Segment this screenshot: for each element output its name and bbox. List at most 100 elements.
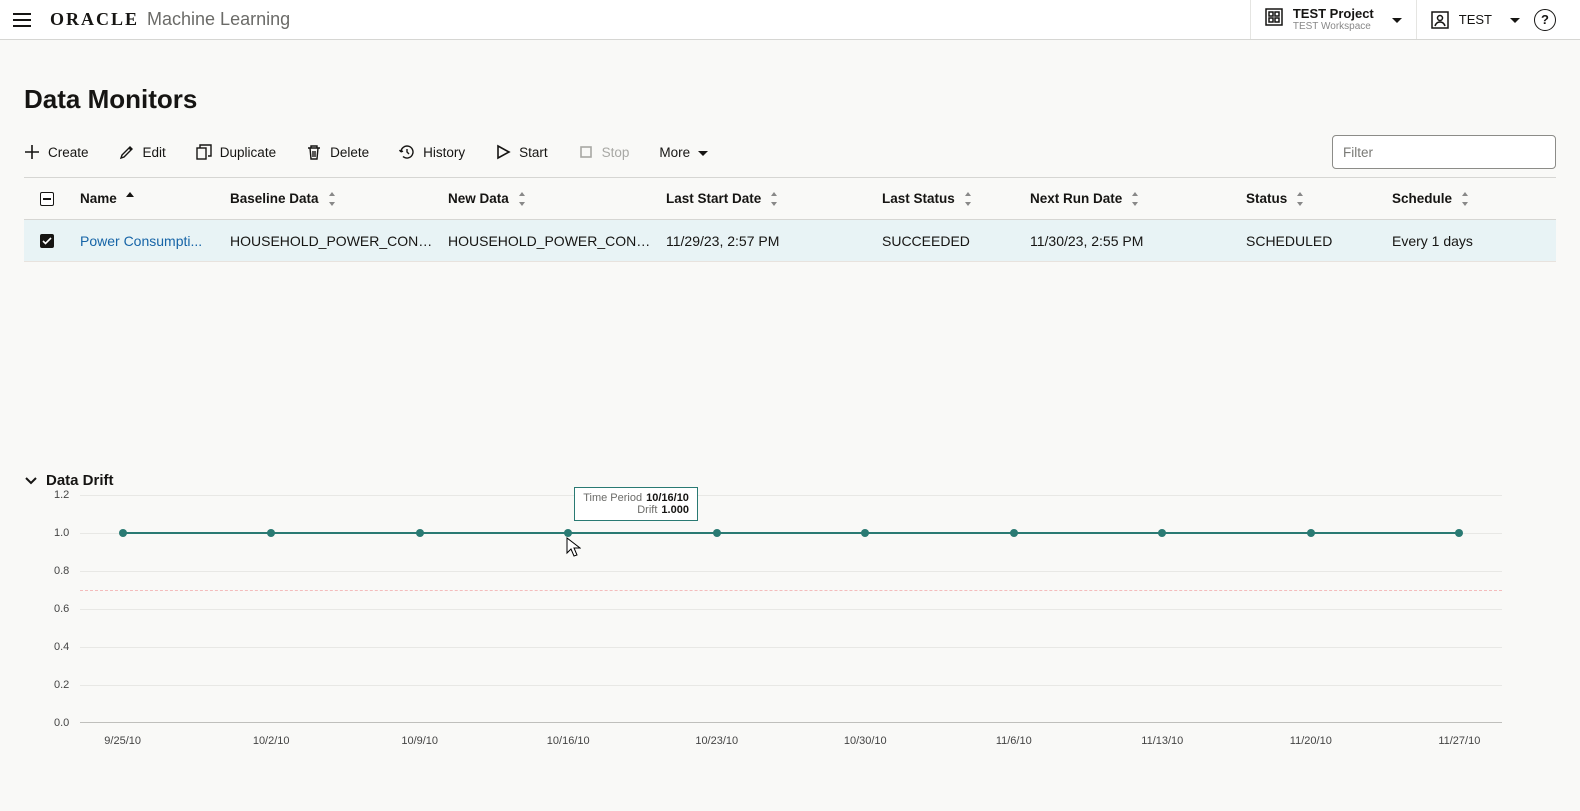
x-tick: 11/20/10	[1290, 735, 1332, 747]
x-tick: 10/16/10	[547, 735, 590, 747]
table-header: Name Baseline Data New Data Last Start D…	[24, 178, 1556, 220]
pencil-icon	[119, 144, 135, 160]
row-checkbox[interactable]	[40, 234, 54, 248]
data-point[interactable]	[267, 529, 275, 537]
help-button[interactable]: ?	[1534, 9, 1556, 31]
data-point[interactable]	[564, 529, 572, 537]
brand-logo: ORACLE	[50, 9, 139, 30]
x-tick: 11/13/10	[1141, 735, 1183, 747]
toolbar: Create Edit Duplicate Delete History Sta…	[24, 135, 1556, 178]
history-button[interactable]: History	[399, 144, 465, 160]
page-title: Data Monitors	[24, 84, 1556, 115]
col-last-status[interactable]: Last Status	[882, 191, 1030, 206]
chart-tooltip: Time Period10/16/10Drift1.000	[574, 487, 698, 521]
col-status[interactable]: Status	[1246, 191, 1392, 206]
x-tick: 10/2/10	[253, 735, 290, 747]
edit-button[interactable]: Edit	[119, 144, 166, 160]
project-icon	[1265, 8, 1283, 31]
row-baseline: HOUSEHOLD_POWER_CONS...	[230, 233, 448, 249]
sort-icon	[1130, 192, 1140, 206]
sort-icon	[327, 192, 337, 206]
data-drift-toggle[interactable]: Data Drift	[24, 472, 1556, 489]
sort-asc-icon	[125, 192, 135, 206]
chevron-down-icon	[1510, 11, 1520, 29]
y-tick: 0.2	[54, 679, 69, 691]
y-tick: 1.0	[54, 527, 69, 539]
y-tick: 0.8	[54, 565, 69, 577]
trash-icon	[306, 144, 322, 160]
col-newdata-label: New Data	[448, 191, 509, 206]
row-last-status: SUCCEEDED	[882, 233, 1030, 249]
content: Data Monitors Create Edit Duplicate Dele…	[0, 40, 1580, 769]
data-point[interactable]	[1010, 529, 1018, 537]
col-name-label: Name	[80, 191, 117, 206]
history-label: History	[423, 145, 465, 160]
col-status-label: Status	[1246, 191, 1287, 206]
delete-button[interactable]: Delete	[306, 144, 369, 160]
monitors-table: Name Baseline Data New Data Last Start D…	[24, 178, 1556, 262]
x-tick: 11/27/10	[1438, 735, 1480, 747]
col-baseline[interactable]: Baseline Data	[230, 191, 448, 206]
data-drift-title: Data Drift	[46, 472, 114, 489]
col-next-run[interactable]: Next Run Date	[1030, 191, 1246, 206]
x-tick: 10/23/10	[695, 735, 738, 747]
filter-input[interactable]	[1332, 135, 1556, 169]
duplicate-icon	[196, 144, 212, 160]
brand-product: Machine Learning	[147, 9, 290, 30]
play-icon	[495, 144, 511, 160]
stop-icon	[578, 144, 594, 160]
stop-label: Stop	[602, 145, 630, 160]
user-menu[interactable]: TEST ?	[1416, 0, 1570, 39]
x-tick: 10/9/10	[401, 735, 438, 747]
create-button[interactable]: Create	[24, 144, 89, 160]
data-point[interactable]	[861, 529, 869, 537]
x-tick: 10/30/10	[844, 735, 887, 747]
row-last-start: 11/29/23, 2:57 PM	[666, 233, 882, 249]
select-all-checkbox[interactable]	[40, 192, 54, 206]
sort-icon	[769, 192, 779, 206]
x-tick: 9/25/10	[104, 735, 141, 747]
data-point[interactable]	[1158, 529, 1166, 537]
more-button[interactable]: More	[659, 145, 708, 160]
data-drift-section: Data Drift 9/25/10 10/2/10 10/9/10 10/16/10…	[24, 472, 1556, 769]
delete-label: Delete	[330, 145, 369, 160]
workspace-name: TEST Workspace	[1293, 22, 1374, 32]
x-tick: 11/6/10	[996, 735, 1032, 747]
col-schedule[interactable]: Schedule	[1392, 191, 1540, 206]
brand-block: ORACLE Machine Learning	[50, 9, 290, 30]
row-name[interactable]: Power Consumpti...	[80, 233, 230, 249]
history-icon	[399, 144, 415, 160]
row-schedule: Every 1 days	[1392, 233, 1540, 249]
y-tick: 1.2	[54, 489, 69, 501]
start-label: Start	[519, 145, 548, 160]
drift-chart[interactable]: 9/25/10 10/2/10 10/9/10 10/16/10 10/23/10 10/…	[24, 495, 1556, 769]
create-label: Create	[48, 145, 89, 160]
chevron-down-icon	[698, 145, 708, 160]
cursor-icon	[566, 537, 581, 557]
data-point[interactable]	[119, 529, 127, 537]
col-last-start[interactable]: Last Start Date	[666, 191, 882, 206]
y-tick: 0.4	[54, 641, 69, 653]
y-tick: 0.0	[54, 717, 69, 729]
data-point[interactable]	[416, 529, 424, 537]
project-switcher[interactable]: TEST Project TEST Workspace	[1250, 0, 1416, 39]
duplicate-label: Duplicate	[220, 145, 276, 160]
topbar: ORACLE Machine Learning TEST Project TES…	[0, 0, 1580, 40]
col-name[interactable]: Name	[80, 191, 230, 206]
duplicate-button[interactable]: Duplicate	[196, 144, 276, 160]
col-newdata[interactable]: New Data	[448, 191, 666, 206]
chevron-down-icon	[1392, 11, 1402, 29]
sort-icon	[1460, 192, 1470, 206]
start-button[interactable]: Start	[495, 144, 548, 160]
hamburger-menu[interactable]	[8, 6, 36, 34]
y-tick: 0.6	[54, 603, 69, 615]
data-point[interactable]	[1307, 529, 1315, 537]
col-schedule-label: Schedule	[1392, 191, 1452, 206]
more-label: More	[659, 145, 690, 160]
col-last-start-label: Last Start Date	[666, 191, 761, 206]
data-point[interactable]	[713, 529, 721, 537]
user-name: TEST	[1459, 12, 1492, 27]
data-point[interactable]	[1455, 529, 1463, 537]
row-next-run: 11/30/23, 2:55 PM	[1030, 233, 1246, 249]
table-row[interactable]: Power Consumpti... HOUSEHOLD_POWER_CONS.…	[24, 220, 1556, 262]
